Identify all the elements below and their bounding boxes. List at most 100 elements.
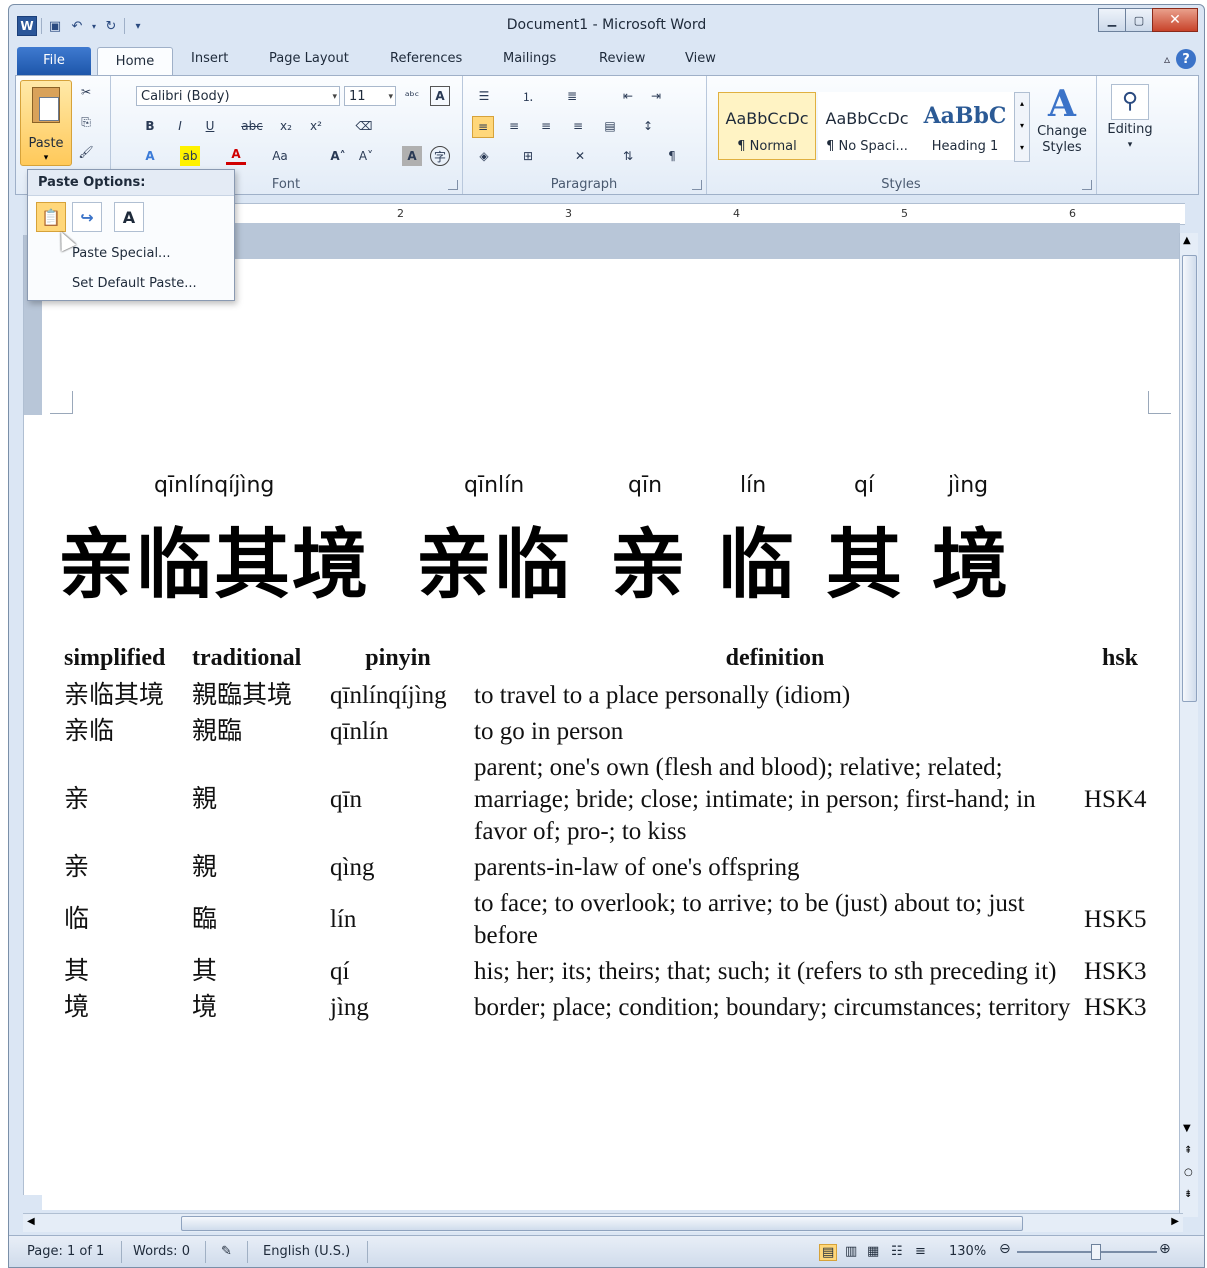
- sort-icon[interactable]: ⇅: [618, 146, 638, 166]
- minimize-ribbon-icon[interactable]: ▵: [1164, 52, 1170, 66]
- font-name-combo[interactable]: Calibri (Body) ▾: [136, 86, 340, 106]
- tab-home[interactable]: Home: [97, 47, 173, 76]
- bold-icon[interactable]: B: [140, 116, 160, 136]
- style-no-spacing[interactable]: AaBbCcDc ¶ No Spaci...: [818, 92, 916, 160]
- format-painter-icon[interactable]: 🖌: [76, 142, 96, 162]
- tab-file[interactable]: File: [17, 47, 91, 75]
- style-heading-1[interactable]: AaBbC Heading 1: [916, 92, 1014, 160]
- vertical-scrollbar[interactable]: ▲ ▼ ⇞ ○ ⇟: [1179, 233, 1198, 1217]
- tab-review[interactable]: Review: [599, 51, 645, 66]
- outline-icon[interactable]: ☷: [891, 1244, 903, 1259]
- document-area[interactable]: qīnlínqíjìng qīnlín qīn lín qí jìng 亲临其境…: [42, 223, 1180, 1210]
- vertical-scroll-thumb[interactable]: [1182, 255, 1197, 702]
- shrink-font-icon[interactable]: A˅: [356, 146, 376, 166]
- styles-dialog-launcher-icon[interactable]: [1082, 180, 1092, 190]
- increase-indent-icon[interactable]: ⇥: [646, 86, 666, 106]
- change-case-abc-icon[interactable]: ᵃᵇᶜ: [402, 86, 422, 106]
- scroll-down-icon[interactable]: ▼: [1183, 1123, 1191, 1134]
- justify-icon[interactable]: ≡: [568, 116, 588, 136]
- style-normal-sample: AaBbCcDc: [725, 109, 809, 128]
- document-page[interactable]: qīnlínqíjìng qīnlín qīn lín qí jìng 亲临其境…: [42, 259, 1180, 1210]
- print-layout-icon[interactable]: ▤: [819, 1244, 838, 1261]
- style-normal[interactable]: AaBbCcDc ¶ Normal: [718, 92, 816, 160]
- asian-layout-icon[interactable]: ✕: [570, 146, 590, 166]
- vertical-ruler[interactable]: [23, 235, 43, 1195]
- text-effects-icon[interactable]: A: [140, 146, 160, 166]
- pinyin-annotation: qīnlín: [464, 473, 525, 498]
- horizontal-ruler[interactable]: 2 3 4 5 6: [235, 203, 1185, 225]
- superscript-icon[interactable]: x²: [306, 116, 326, 136]
- scroll-up-icon[interactable]: ▲: [1183, 235, 1191, 246]
- draft-icon[interactable]: ≡: [915, 1244, 926, 1259]
- decrease-indent-icon[interactable]: ⇤: [618, 86, 638, 106]
- tab-mailings[interactable]: Mailings: [503, 51, 556, 66]
- select-browse-object-icon[interactable]: ○: [1184, 1167, 1193, 1178]
- change-styles-button[interactable]: A Change Styles: [1032, 84, 1092, 156]
- show-hide-icon[interactable]: ¶: [662, 146, 682, 166]
- web-layout-icon[interactable]: ▦: [867, 1244, 879, 1259]
- highlight-icon[interactable]: ab: [180, 146, 200, 166]
- cell-definition: parent; one's own (flesh and blood); rel…: [474, 754, 1036, 845]
- distributed-icon[interactable]: ▤: [600, 116, 620, 136]
- cut-icon[interactable]: ✂: [76, 82, 96, 102]
- character-shading-icon[interactable]: A: [402, 146, 422, 166]
- minimize-icon[interactable]: ▁: [1098, 8, 1125, 32]
- close-icon[interactable]: ✕: [1152, 8, 1198, 32]
- multilevel-list-icon[interactable]: ≣: [562, 86, 582, 106]
- editing-button[interactable]: ⚲ Editing ▾: [1100, 84, 1160, 150]
- tab-references[interactable]: References: [390, 51, 462, 66]
- grow-font-icon[interactable]: A˄: [328, 146, 348, 166]
- paste-dropdown-icon[interactable]: ▾: [21, 153, 71, 163]
- paste-special-menu-item[interactable]: Paste Special...: [72, 246, 170, 261]
- word-count[interactable]: Words: 0: [133, 1244, 190, 1259]
- scroll-right-icon[interactable]: ▶: [1171, 1216, 1179, 1227]
- help-icon[interactable]: ?: [1176, 49, 1196, 69]
- zoom-slider-thumb[interactable]: [1091, 1244, 1101, 1260]
- zoom-level[interactable]: 130%: [949, 1244, 986, 1259]
- horizontal-scrollbar[interactable]: ◀ ▶: [23, 1213, 1183, 1232]
- bullets-icon[interactable]: ☰: [474, 86, 494, 106]
- paragraph-dialog-launcher-icon[interactable]: [692, 180, 702, 190]
- tab-view[interactable]: View: [685, 51, 716, 66]
- change-case-icon[interactable]: Aa: [270, 146, 290, 166]
- font-dialog-launcher-icon[interactable]: [448, 180, 458, 190]
- underline-icon[interactable]: U: [200, 116, 220, 136]
- borders-icon[interactable]: ⊞: [518, 146, 538, 166]
- next-page-icon[interactable]: ⇟: [1184, 1189, 1192, 1200]
- proofing-icon[interactable]: ✎: [221, 1244, 232, 1259]
- align-right-icon[interactable]: ≡: [536, 116, 556, 136]
- clear-formatting-icon[interactable]: ⌫: [354, 116, 374, 136]
- tab-insert[interactable]: Insert: [191, 51, 228, 66]
- font-size-combo[interactable]: 11 ▾: [344, 86, 396, 106]
- full-screen-reading-icon[interactable]: ▥: [845, 1244, 857, 1259]
- scroll-left-icon[interactable]: ◀: [27, 1216, 35, 1227]
- copy-icon[interactable]: ⎘: [76, 112, 96, 132]
- zoom-in-icon[interactable]: ⊕: [1159, 1241, 1171, 1257]
- keep-source-formatting-icon[interactable]: 📋: [36, 202, 66, 232]
- numbering-icon[interactable]: ⒈: [518, 86, 538, 106]
- maximize-icon[interactable]: ▢: [1125, 8, 1152, 32]
- enclose-characters-icon[interactable]: 字: [430, 146, 450, 166]
- paste-button[interactable]: Paste ▾: [20, 80, 72, 166]
- align-center-icon[interactable]: ≡: [504, 116, 524, 136]
- page-indicator[interactable]: Page: 1 of 1: [27, 1244, 104, 1259]
- tab-page-layout[interactable]: Page Layout: [269, 51, 349, 66]
- status-separator: [367, 1241, 368, 1263]
- italic-icon[interactable]: I: [170, 116, 190, 136]
- set-default-paste-menu-item[interactable]: Set Default Paste...: [72, 276, 197, 291]
- horizontal-scroll-thumb[interactable]: [181, 1216, 1023, 1231]
- line-spacing-icon[interactable]: ↕: [638, 116, 658, 136]
- zoom-slider[interactable]: [1017, 1244, 1157, 1260]
- language-indicator[interactable]: English (U.S.): [263, 1244, 350, 1259]
- previous-page-icon[interactable]: ⇞: [1184, 1145, 1192, 1156]
- font-color-icon[interactable]: A: [226, 146, 246, 165]
- strikethrough-icon[interactable]: abc: [241, 116, 263, 136]
- styles-gallery-scroll[interactable]: ▴ ▾ ▾: [1014, 92, 1030, 162]
- zoom-out-icon[interactable]: ⊖: [999, 1241, 1011, 1257]
- keep-text-only-icon[interactable]: A: [114, 202, 144, 232]
- character-border-icon[interactable]: A: [430, 86, 450, 106]
- subscript-icon[interactable]: x₂: [276, 116, 296, 136]
- align-left-icon[interactable]: ≡: [472, 116, 494, 138]
- merge-formatting-icon[interactable]: ↪: [72, 202, 102, 232]
- shading-icon[interactable]: ◈: [474, 146, 494, 166]
